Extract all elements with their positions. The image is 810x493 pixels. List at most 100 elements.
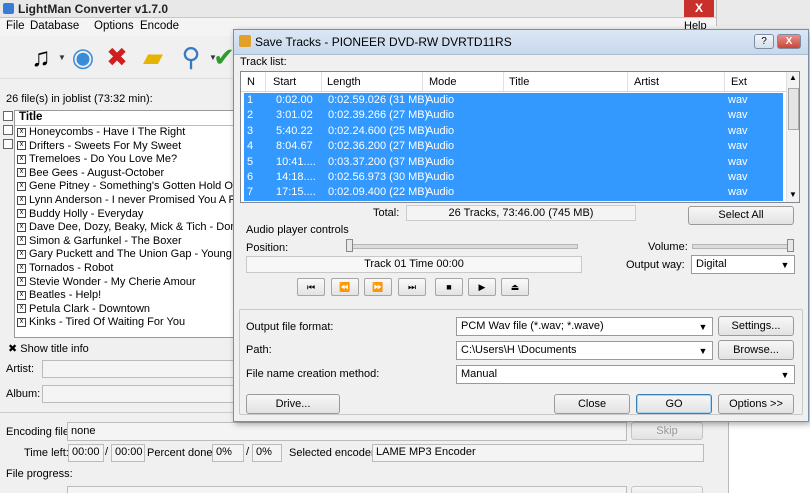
artist-field[interactable] [42, 360, 234, 378]
check-icon[interactable]: ✔ [213, 40, 235, 74]
list-item[interactable]: x Stevie Wonder - My Cherie Amour [17, 276, 196, 290]
uncheck-all-box[interactable] [3, 125, 13, 135]
album-field[interactable] [42, 385, 234, 403]
list-item[interactable]: x Drifters - Sweets For My Sweet [17, 140, 181, 154]
col-mode[interactable]: Mode [429, 76, 457, 88]
invert-check-box[interactable] [3, 139, 13, 149]
checkbox[interactable]: x [17, 236, 26, 246]
checkbox[interactable]: x [17, 154, 26, 164]
last-track-icon[interactable]: ⏭ [398, 278, 426, 296]
col-length[interactable]: Length [327, 76, 361, 88]
checkbox[interactable]: x [17, 263, 26, 273]
main-close-button[interactable]: X [684, 0, 714, 17]
first-track-icon[interactable]: ⏮ [297, 278, 325, 296]
list-item[interactable]: x Tremeloes - Do You Love Me? [17, 153, 177, 167]
checkbox[interactable]: x [17, 222, 26, 232]
chevron-down-icon[interactable]: ▼ [778, 366, 792, 383]
checkbox[interactable]: x [17, 181, 26, 191]
scroll-down-icon[interactable]: ▼ [789, 190, 797, 199]
dialog-close-button[interactable]: X [777, 34, 801, 49]
scroll-up-icon[interactable]: ▲ [789, 73, 797, 82]
au-music-icon[interactable]: ♫ [24, 40, 58, 74]
list-item[interactable]: x Petula Clark - Downtown [17, 303, 150, 317]
checkbox[interactable]: x [17, 209, 26, 219]
col-artist[interactable]: Artist [634, 76, 659, 88]
list-item[interactable]: x Dave Dee, Dozy, Beaky, Mick & Tich - Do… [17, 221, 237, 235]
chevron-down-icon[interactable]: ▼ [696, 342, 710, 359]
add-cd-icon[interactable]: ◉ [66, 40, 100, 74]
scrollbar-thumb[interactable] [788, 88, 799, 130]
volume-slider[interactable] [692, 244, 794, 249]
file-name-creation-select[interactable]: Manual ▼ [456, 365, 795, 384]
drive-button[interactable]: Drive... [246, 394, 340, 414]
table-row[interactable]: 6 14:18.... 0:02.56.973 (30 MB) Audio wa… [244, 170, 783, 186]
output-format-select[interactable]: PCM Wav file (*.wav; *.wave) ▼ [456, 317, 713, 336]
col-divider[interactable] [503, 72, 504, 91]
show-title-info[interactable]: ✖ Show title info [8, 342, 89, 355]
list-item[interactable]: x Bee Gees - August-October [17, 167, 164, 181]
list-item[interactable]: x Beatles - Help! [17, 289, 101, 303]
track-table[interactable]: N Start Length Mode Title Artist Ext 1 0… [240, 71, 800, 203]
list-item[interactable]: x Gene Pitney - Something's Gotten Hold O… [17, 180, 237, 194]
close-button[interactable]: Close [554, 394, 630, 414]
output-button[interactable] [631, 486, 703, 493]
list-item[interactable]: x Honeycombs - Have I The Right [17, 126, 185, 140]
stop-icon[interactable]: ■ [435, 278, 463, 296]
check-all-box[interactable] [3, 111, 13, 121]
menu-file[interactable]: File [6, 20, 25, 32]
dialog-help-button[interactable]: ? [754, 34, 774, 49]
checkbox[interactable]: x [17, 168, 26, 178]
list-item[interactable]: x Tornados - Robot [17, 262, 113, 276]
browse-button[interactable]: Browse... [718, 340, 794, 360]
table-row[interactable]: 3 5:40.22 0:02.24.600 (25 MB) Audio wav [244, 123, 783, 140]
menu-encode[interactable]: Encode [140, 20, 179, 32]
list-item[interactable]: x Kinks - Tired Of Waiting For You [17, 316, 185, 330]
checkbox[interactable]: x [17, 317, 26, 327]
list-item[interactable]: x Lynn Anderson - I never Promised You A … [17, 194, 237, 208]
play-icon[interactable]: ▶ [468, 278, 496, 296]
search-icon[interactable]: ⚲ [174, 40, 208, 74]
position-slider[interactable] [346, 244, 578, 249]
table-row[interactable]: 7 17:15.... 0:02.09.400 (22 MB) Audio wa… [244, 185, 783, 201]
checkbox[interactable]: x [17, 127, 26, 137]
menu-database[interactable]: Database [30, 20, 79, 32]
delete-icon[interactable]: ✖ [100, 40, 134, 74]
checkbox[interactable]: x [17, 290, 26, 300]
list-item[interactable]: x Simon & Garfunkel - The Boxer [17, 235, 182, 249]
checkbox[interactable]: x [17, 195, 26, 205]
checkbox[interactable]: x [17, 277, 26, 287]
rewind-icon[interactable]: ⏪ [331, 278, 359, 296]
list-item[interactable]: x Gary Puckett and The Union Gap - Young … [17, 248, 237, 262]
col-divider[interactable] [265, 72, 266, 91]
table-row[interactable]: 2 3:01.02 0:02.39.266 (27 MB) Audio wav [244, 108, 783, 124]
list-header-title[interactable]: Title [15, 111, 237, 126]
options-button[interactable]: Options >> [718, 394, 794, 414]
path-combo[interactable]: C:\Users\H \Documents ▼ [456, 341, 713, 360]
col-divider[interactable] [321, 72, 322, 91]
settings-button[interactable]: Settings... [718, 316, 794, 336]
col-n[interactable]: N [247, 76, 255, 88]
clear-folder-icon[interactable]: ▰ [136, 40, 170, 74]
chevron-down-icon[interactable]: ▼ [696, 318, 710, 335]
checkbox[interactable]: x [17, 249, 26, 259]
list-item[interactable]: x Buddy Holly - Everyday [17, 208, 143, 222]
table-row[interactable]: 5 10:41.... 0:03.37.200 (37 MB) Audio wa… [244, 154, 783, 170]
eject-icon[interactable]: ⏏ [501, 278, 529, 296]
col-ext[interactable]: Ext [731, 76, 747, 88]
position-slider-thumb[interactable] [346, 239, 353, 252]
menu-options[interactable]: Options [94, 20, 134, 32]
col-divider[interactable] [627, 72, 628, 91]
output-way-select[interactable]: Digital ▼ [691, 255, 795, 274]
col-start[interactable]: Start [273, 76, 296, 88]
skip-button[interactable]: Skip [631, 422, 703, 440]
col-title[interactable]: Title [509, 76, 529, 88]
checkbox-checked-icon[interactable]: ✖ [8, 343, 17, 355]
col-divider[interactable] [724, 72, 725, 91]
chevron-down-icon[interactable]: ▼ [58, 53, 66, 62]
chevron-down-icon[interactable]: ▼ [778, 256, 792, 273]
checkbox[interactable]: x [17, 304, 26, 314]
checkbox[interactable]: x [17, 141, 26, 151]
volume-slider-thumb[interactable] [787, 239, 794, 252]
fast-forward-icon[interactable]: ⏩ [364, 278, 392, 296]
joblist[interactable]: Title x Honeycombs - Have I The Right x Dr… [14, 110, 238, 338]
